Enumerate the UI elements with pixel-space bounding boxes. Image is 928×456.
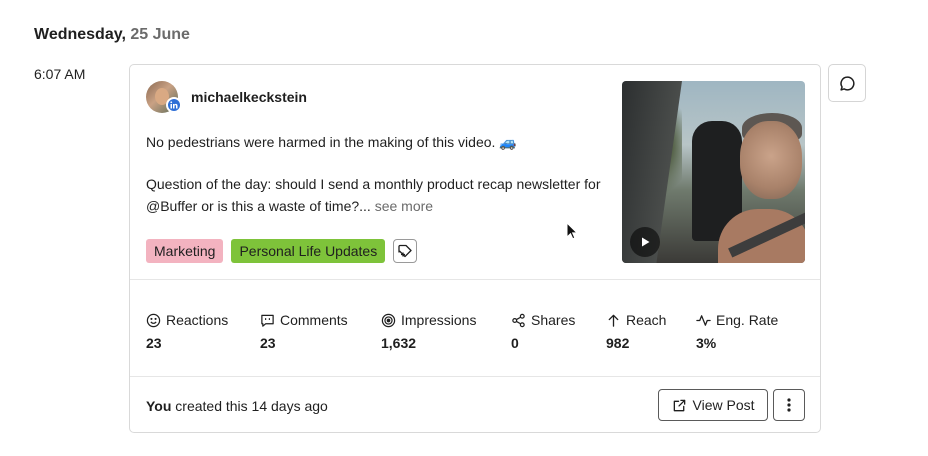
divider [130, 279, 820, 280]
post-text: No pedestrians were harmed in the making… [146, 131, 606, 217]
divider [130, 376, 820, 377]
tag-plus-icon [398, 244, 412, 258]
add-tag-button[interactable] [393, 239, 418, 263]
post-text-line: Question of the day: should I send a mon… [146, 173, 606, 217]
post-text-line: No pedestrians were harmed in the making… [146, 134, 517, 150]
chat-bubble-icon [839, 75, 855, 91]
post-card: michaelkeckstein No pedestrians were har… [129, 64, 821, 433]
tag-marketing[interactable]: Marketing [146, 239, 224, 263]
metric-value: 3% [696, 335, 717, 351]
date-weekday: Wednesday, [34, 26, 126, 43]
post-text-question: Question of the day: should I send a mon… [146, 176, 601, 214]
see-more-link[interactable]: see more [375, 198, 433, 214]
metric-label: Comments [280, 312, 348, 328]
metric-comments: Comments 23 [260, 311, 348, 351]
metric-value: 23 [260, 335, 276, 351]
metric-reach: Reach 982 [606, 311, 666, 351]
mouse-cursor-icon [566, 222, 578, 240]
post-time: 6:07 AM [34, 66, 86, 82]
comment-icon [261, 314, 274, 327]
metric-value: 1,632 [381, 335, 417, 351]
metric-label: Impressions [401, 312, 477, 328]
metric-reactions: Reactions 23 [146, 311, 228, 351]
metric-label: Reactions [166, 312, 229, 328]
activity-icon [696, 314, 711, 326]
username[interactable]: michaelkeckstein [191, 89, 307, 105]
metric-value: 23 [146, 335, 162, 351]
view-post-label: View Post [692, 397, 755, 413]
view-post-button[interactable]: View Post [658, 389, 768, 421]
metric-eng-rate: Eng. Rate 3% [696, 311, 778, 351]
vertical-dots-icon [787, 398, 791, 412]
linkedin-icon [166, 97, 182, 113]
metric-impressions: Impressions 1,632 [381, 311, 476, 351]
metric-label: Reach [626, 312, 667, 328]
smile-icon [146, 313, 161, 327]
play-icon[interactable] [630, 227, 660, 257]
arrow-up-icon [608, 314, 619, 327]
external-link-icon [673, 399, 685, 411]
metric-label: Shares [531, 312, 576, 328]
more-options-button[interactable] [773, 389, 805, 421]
metric-value: 0 [511, 335, 519, 351]
metric-shares: Shares 0 [511, 311, 575, 351]
target-icon [381, 313, 396, 327]
created-info: You created this 14 days ago [146, 398, 328, 414]
video-thumbnail[interactable] [622, 81, 805, 263]
created-text: created this 14 days ago [171, 398, 328, 414]
created-by: You [146, 398, 172, 414]
share-icon [512, 313, 525, 327]
tag-list: Marketing Personal Life Updates [146, 239, 418, 263]
metric-label: Eng. Rate [716, 312, 779, 328]
metric-value: 982 [606, 335, 630, 351]
date-header: Wednesday, 25 June [34, 26, 190, 44]
comment-button[interactable] [828, 64, 866, 102]
date-day: 25 June [130, 26, 190, 43]
tag-personal-life-updates[interactable]: Personal Life Updates [231, 239, 386, 263]
